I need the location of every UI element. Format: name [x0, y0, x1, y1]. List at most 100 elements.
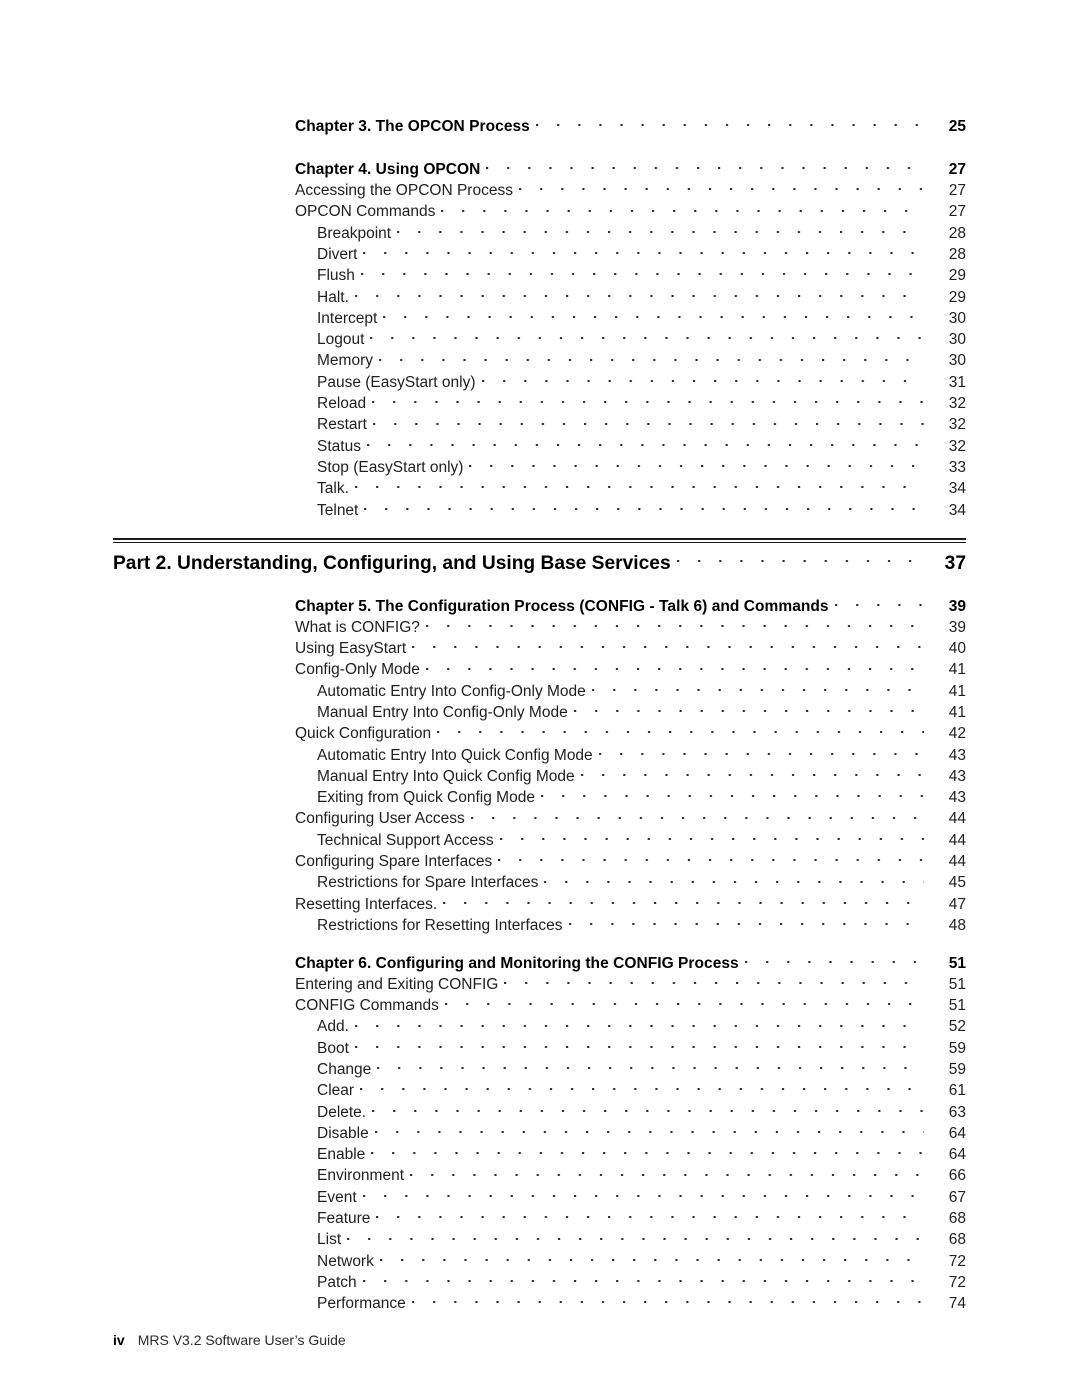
toc-entry[interactable]: Breakpoint 28 — [317, 222, 966, 243]
toc-entry[interactable]: Configuring User Access 44 — [295, 808, 966, 829]
toc-entry[interactable]: Delete. 63 — [317, 1101, 966, 1122]
toc-entry[interactable]: Technical Support Access 44 — [317, 829, 966, 850]
dot-leader — [443, 893, 924, 909]
dot-leader — [372, 393, 924, 409]
toc-entry[interactable]: OPCON Commands 27 — [295, 201, 966, 222]
toc-entry-chapter[interactable]: Chapter 3. The OPCON Process 25 — [295, 115, 966, 136]
toc-entry[interactable]: Quick Configuration 42 — [295, 723, 966, 744]
toc-entry[interactable]: Add. 52 — [317, 1016, 966, 1037]
toc-entry[interactable]: Status 32 — [317, 435, 966, 456]
toc-entry[interactable]: Patch 72 — [317, 1271, 966, 1292]
toc-entry-page: 67 — [948, 1188, 966, 1206]
toc-entry[interactable]: Automatic Entry Into Config-Only Mode 41 — [317, 680, 966, 701]
dot-leader — [376, 1208, 924, 1224]
toc-entry-page: 34 — [948, 480, 966, 498]
toc-spacer — [295, 136, 966, 158]
toc-entry-page: 25 — [948, 117, 966, 135]
toc-section-opcon: Chapter 3. The OPCON Process 25 Chapter 4.… — [295, 115, 966, 520]
running-footer-title: MRS V3.2 Software User’s Guide — [137, 1332, 346, 1348]
toc-entry[interactable]: Accessing the OPCON Process 27 — [295, 180, 966, 201]
toc-entry[interactable]: Boot 59 — [317, 1037, 966, 1058]
toc-entry-page: 64 — [948, 1124, 966, 1142]
dot-leader — [573, 701, 924, 717]
toc-entry-page: 32 — [948, 437, 966, 455]
toc-entry-label: Flush — [317, 267, 355, 285]
toc-entry[interactable]: Intercept 30 — [317, 307, 966, 328]
toc-entry[interactable]: Memory 30 — [317, 350, 966, 371]
dot-leader — [544, 872, 924, 888]
dot-leader — [371, 1144, 924, 1160]
part-heading-block: Part 2. Understanding, Configuring, and … — [113, 538, 966, 577]
toc-entry[interactable]: Clear 61 — [317, 1080, 966, 1101]
toc-entry-label: Chapter 4. Using OPCON — [295, 160, 481, 178]
toc-entry-label: Divert — [317, 245, 358, 263]
toc-entry[interactable]: Reload 32 — [317, 393, 966, 414]
toc-entry[interactable]: Event 67 — [317, 1186, 966, 1207]
toc-entry[interactable]: Manual Entry Into Quick Config Mode 43 — [317, 765, 966, 786]
toc-entry[interactable]: Feature 68 — [317, 1208, 966, 1229]
toc-entry-chapter[interactable]: Chapter 4. Using OPCON 27 — [295, 158, 966, 179]
toc-entry-label: Telnet — [317, 501, 359, 519]
toc-entry-page: 72 — [948, 1252, 966, 1270]
toc-entry[interactable]: Restrictions for Spare Interfaces 45 — [317, 872, 966, 893]
toc-entry-label: Chapter 6. Configuring and Monitoring th… — [295, 954, 739, 972]
toc-entry-page: 48 — [948, 916, 966, 934]
toc-entry[interactable]: Restrictions for Resetting Interfaces 48 — [317, 914, 966, 935]
toc-entry-page: 30 — [948, 309, 966, 327]
toc-entry[interactable]: Flush 29 — [317, 265, 966, 286]
toc-entry[interactable]: Logout 30 — [317, 329, 966, 350]
dot-leader — [397, 222, 924, 238]
toc-entry-page: 29 — [948, 267, 966, 285]
dot-leader — [486, 158, 924, 174]
toc-entry[interactable]: Resetting Interfaces. 47 — [295, 893, 966, 914]
toc-entry[interactable]: Pause (EasyStart only) 31 — [317, 371, 966, 392]
toc-entry-label: Config-Only Mode — [295, 661, 420, 679]
toc-entry[interactable]: Automatic Entry Into Quick Config Mode 43 — [317, 744, 966, 765]
dot-leader — [412, 638, 924, 654]
toc-entry-page: 32 — [948, 395, 966, 413]
toc-entry-label: Restart — [317, 416, 367, 434]
toc-entry-label: Using EasyStart — [295, 640, 407, 658]
toc-entry[interactable]: Using EasyStart 40 — [295, 638, 966, 659]
toc-entry-chapter[interactable]: Chapter 6. Configuring and Monitoring th… — [295, 952, 966, 973]
toc-entry[interactable]: Network 72 — [317, 1250, 966, 1271]
toc-entry-part[interactable]: Part 2. Understanding, Configuring, and … — [113, 550, 966, 577]
toc-entry-page: 43 — [948, 789, 966, 807]
toc-entry[interactable]: Divert 28 — [317, 243, 966, 264]
toc-entry[interactable]: Telnet 34 — [317, 499, 966, 520]
toc-entry-label: Automatic Entry Into Quick Config Mode — [317, 746, 593, 764]
toc-entry[interactable]: What is CONFIG? 39 — [295, 616, 966, 637]
toc-entry-page: 66 — [948, 1167, 966, 1185]
toc-entry-page: 30 — [948, 331, 966, 349]
toc-entry[interactable]: Entering and Exiting CONFIG 51 — [295, 973, 966, 994]
toc-entry[interactable]: Config-Only Mode 41 — [295, 659, 966, 680]
toc-entry-page: 43 — [948, 746, 966, 764]
dot-leader — [481, 371, 924, 387]
toc-entry-label: Network — [317, 1252, 374, 1270]
toc-entry-label: Manual Entry Into Config-Only Mode — [317, 703, 568, 721]
toc-entry[interactable]: Manual Entry Into Config-Only Mode 41 — [317, 701, 966, 722]
dot-leader — [410, 1165, 924, 1181]
toc-entry[interactable]: Exiting from Quick Config Mode 43 — [317, 787, 966, 808]
toc-entry-label: Delete. — [317, 1103, 367, 1121]
toc-entry[interactable]: Performance 74 — [317, 1293, 966, 1314]
dot-leader — [518, 180, 924, 196]
toc-entry-chapter[interactable]: Chapter 5. The Configuration Process (CO… — [295, 595, 966, 616]
toc-entry-label: List — [317, 1231, 342, 1249]
toc-entry[interactable]: CONFIG Commands 51 — [295, 995, 966, 1016]
toc-entry-label: Intercept — [317, 309, 378, 327]
toc-entry-page: 44 — [948, 853, 966, 871]
toc-entry[interactable]: Halt. 29 — [317, 286, 966, 307]
toc-entry[interactable]: Change 59 — [317, 1058, 966, 1079]
toc-entry[interactable]: Configuring Spare Interfaces 44 — [295, 851, 966, 872]
toc-entry[interactable]: List 68 — [317, 1229, 966, 1250]
toc-entry[interactable]: Disable 64 — [317, 1122, 966, 1143]
toc-entry[interactable]: Environment 66 — [317, 1165, 966, 1186]
toc-entry-label: Boot — [317, 1039, 349, 1057]
toc-entry[interactable]: Stop (EasyStart only) 33 — [317, 456, 966, 477]
toc-entry[interactable]: Talk. 34 — [317, 478, 966, 499]
toc-entry-label: Clear — [317, 1082, 355, 1100]
toc-entry-label: Halt. — [317, 288, 349, 306]
toc-entry[interactable]: Restart 32 — [317, 414, 966, 435]
toc-entry[interactable]: Enable 64 — [317, 1144, 966, 1165]
